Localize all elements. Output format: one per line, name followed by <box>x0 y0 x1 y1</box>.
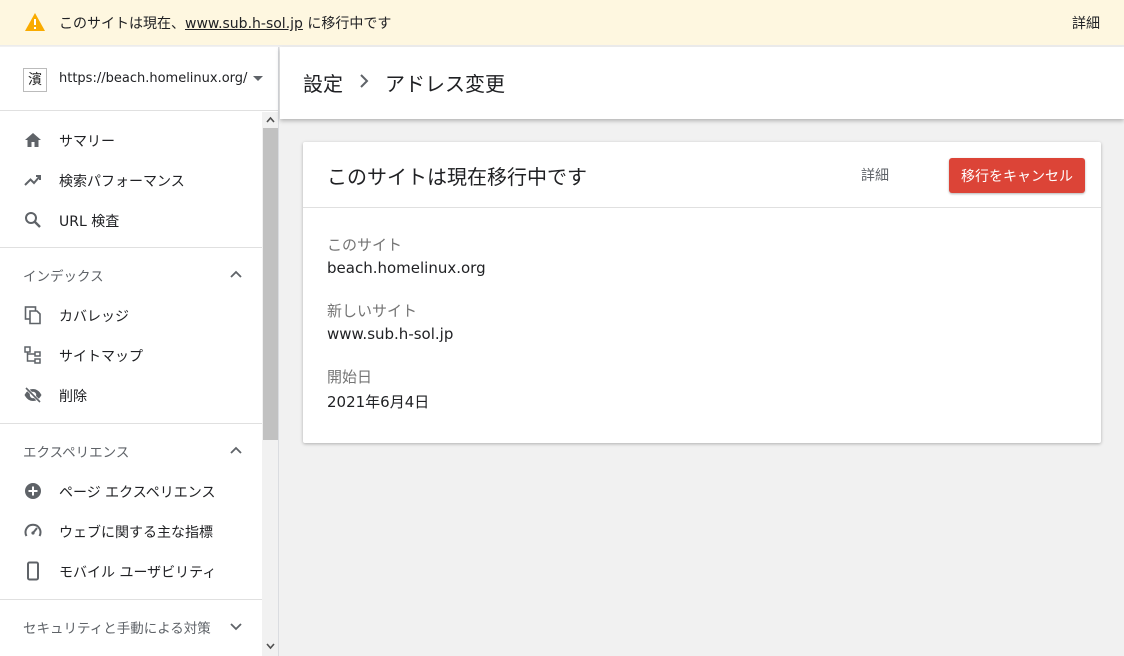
section-index-header[interactable]: インデックス <box>0 255 262 295</box>
migration-banner: このサイトは現在、www.sub.h-sol.jp に移行中です 詳細 <box>0 0 1124 46</box>
add-circle-icon <box>25 483 41 499</box>
start-date-label: 開始日 <box>327 368 373 386</box>
breadcrumb-settings[interactable]: 設定 <box>303 68 343 97</box>
divider <box>0 599 262 600</box>
banner-new-site-link[interactable]: www.sub.h-sol.jp <box>185 16 303 32</box>
sidebar-item-label: サマリー <box>59 134 115 150</box>
sidebar-item-label: サイトマップ <box>59 349 143 365</box>
chevron-up-icon <box>230 446 242 454</box>
property-url: https://beach.homelinux.org/ <box>59 71 248 86</box>
section-label: セキュリティと手動による対策 <box>23 621 211 637</box>
home-icon <box>25 133 41 147</box>
sidebar-item-label: ページ エクスペリエンス <box>59 485 216 501</box>
property-selector[interactable]: 濱 https://beach.homelinux.org/ <box>0 47 278 111</box>
sidebar-nav: サマリー 検索パフォーマンス URL 検査 インデックス カバレッジ サイトマッ… <box>0 112 262 656</box>
migration-card: このサイトは現在移行中です 詳細 移行をキャンセル このサイト beach.ho… <box>303 142 1101 443</box>
section-security-header[interactable]: セキュリティと手動による対策 <box>0 607 262 656</box>
divider <box>303 207 1101 208</box>
sidebar-item-performance[interactable]: 検索パフォーマンス <box>0 160 262 200</box>
scroll-down-arrow-icon[interactable] <box>266 643 275 650</box>
warning-icon <box>25 13 45 31</box>
page-header: 設定 アドレス変更 <box>280 47 1124 119</box>
sidebar-item-coverage[interactable]: カバレッジ <box>0 295 262 335</box>
visibility-off-icon <box>24 386 42 404</box>
divider <box>0 423 262 424</box>
sidebar-item-label: 削除 <box>59 389 87 405</box>
sidebar-item-label: モバイル ユーザビリティ <box>59 565 217 581</box>
new-site-value: www.sub.h-sol.jp <box>327 325 454 343</box>
sidebar-item-sitemaps[interactable]: サイトマップ <box>0 335 262 375</box>
start-date-value: 2021年6月4日 <box>327 393 430 411</box>
page-title: アドレス変更 <box>385 72 505 96</box>
scroll-up-arrow-icon[interactable] <box>266 116 275 123</box>
sidebar-item-summary[interactable]: サマリー <box>0 120 262 160</box>
sidebar-item-label: ウェブに関する主な指標 <box>59 525 213 541</box>
section-experience-header[interactable]: エクスペリエンス <box>0 431 262 471</box>
smartphone-icon <box>27 561 39 581</box>
sidebar-item-page-experience[interactable]: ページ エクスペリエンス <box>0 471 262 511</box>
banner-detail-link[interactable]: 詳細 <box>1072 13 1100 33</box>
divider <box>0 247 262 248</box>
sidebar-item-label: 検索パフォーマンス <box>59 174 185 190</box>
property-favicon: 濱 <box>23 68 47 92</box>
dropdown-caret-icon <box>253 76 263 81</box>
sidebar-item-web-vitals[interactable]: ウェブに関する主な指標 <box>0 511 262 551</box>
banner-message-prefix: このサイトは現在、 <box>59 16 185 32</box>
trending-up-icon <box>24 175 41 186</box>
new-site-label: 新しいサイト <box>327 302 418 320</box>
chevron-down-icon <box>230 623 242 631</box>
this-site-value: beach.homelinux.org <box>327 259 486 277</box>
sidebar-item-mobile-usability[interactable]: モバイル ユーザビリティ <box>0 551 262 591</box>
speedometer-icon <box>24 523 42 537</box>
section-label: エクスペリエンス <box>23 445 130 461</box>
sidebar-item-label: カバレッジ <box>59 309 129 325</box>
this-site-label: このサイト <box>327 236 403 254</box>
sitemap-icon <box>24 346 41 364</box>
section-label: インデックス <box>23 269 104 285</box>
chevron-up-icon <box>230 270 242 278</box>
search-icon <box>25 212 41 228</box>
chevron-right-icon <box>360 74 369 88</box>
card-detail-link[interactable]: 詳細 <box>861 165 889 185</box>
scrollbar-thumb[interactable] <box>263 128 278 440</box>
sidebar: 濱 https://beach.homelinux.org/ サマリー 検索パフ… <box>0 47 279 656</box>
sidebar-item-url-inspection[interactable]: URL 検査 <box>0 200 262 240</box>
sidebar-item-removals[interactable]: 削除 <box>0 375 262 415</box>
sidebar-item-label: URL 検査 <box>59 214 120 230</box>
cancel-migration-button[interactable]: 移行をキャンセル <box>949 158 1085 193</box>
card-title: このサイトは現在移行中です <box>327 165 587 189</box>
sidebar-scrollbar[interactable] <box>262 112 278 656</box>
banner-message-suffix: に移行中です <box>302 16 392 32</box>
copy-icon <box>24 306 41 325</box>
banner-message: このサイトは現在、www.sub.h-sol.jp に移行中です <box>59 13 391 33</box>
